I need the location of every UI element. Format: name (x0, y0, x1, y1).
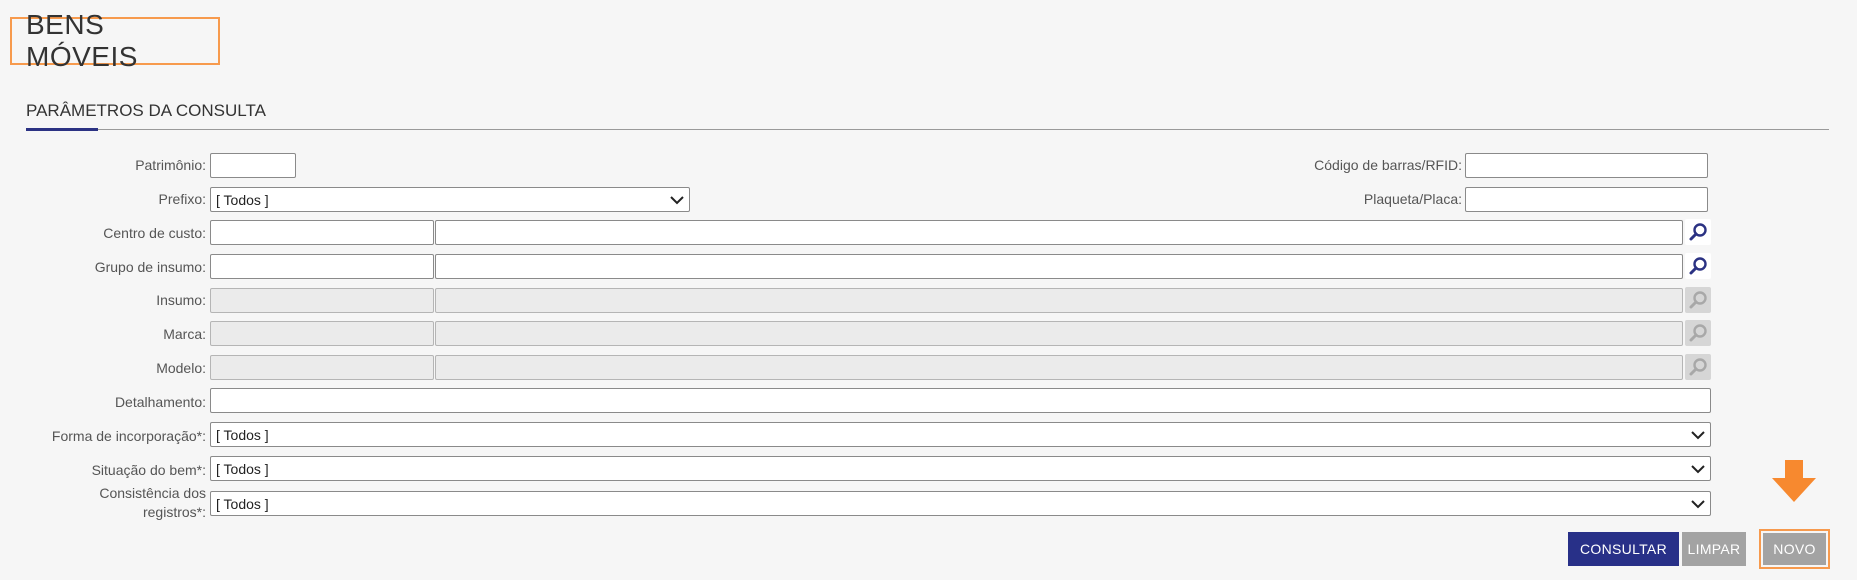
codigo-barras-label: Código de barras/RFID: (1314, 157, 1462, 173)
page-title-highlight: BENS MÓVEIS (10, 9, 220, 72)
arrow-down-icon (1772, 460, 1816, 502)
centro-custo-label: Centro de custo: (103, 225, 206, 241)
search-icon (1689, 324, 1707, 342)
patrimonio-input[interactable] (210, 153, 296, 178)
section-divider (26, 129, 1829, 130)
prefixo-select[interactable]: [ Todos ] (210, 187, 690, 212)
page-title: BENS MÓVEIS (26, 9, 138, 72)
modelo-label: Modelo: (156, 360, 206, 376)
prefixo-selected: [ Todos ] (216, 191, 269, 208)
forma-incorporacao-label: Forma de incorporação*: (51, 428, 206, 444)
detalhamento-label: Detalhamento: (114, 394, 206, 410)
forma-incorporacao-selected: [ Todos ] (216, 426, 269, 443)
consistencia-selected: [ Todos ] (216, 495, 269, 512)
grupo-insumo-description-input[interactable] (435, 254, 1683, 279)
insumo-label: Insumo: (156, 292, 206, 308)
situacao-bem-selected: [ Todos ] (216, 460, 269, 477)
prefixo-label: Prefixo: (158, 191, 206, 207)
modelo-description-input (435, 355, 1683, 380)
novo-button[interactable]: NOVO (1763, 533, 1826, 565)
plaqueta-label: Plaqueta/Placa: (1363, 191, 1462, 207)
chevron-down-icon (1691, 430, 1705, 439)
search-icon (1689, 257, 1707, 275)
marca-code-input (210, 321, 434, 346)
search-icon (1689, 291, 1707, 309)
centro-custo-lookup-button[interactable] (1685, 219, 1711, 245)
marca-lookup-button (1685, 320, 1711, 346)
situacao-bem-select[interactable]: [ Todos ] (210, 456, 1711, 481)
modelo-lookup-button (1685, 354, 1711, 380)
centro-custo-description-input[interactable] (435, 220, 1683, 245)
insumo-code-input (210, 288, 434, 313)
marca-label: Marca: (163, 326, 206, 342)
consistencia-label: Consistência dos registros*: (99, 485, 206, 520)
grupo-insumo-lookup-button[interactable] (1685, 253, 1711, 279)
modelo-code-input (210, 355, 434, 380)
forma-incorporacao-select[interactable]: [ Todos ] (210, 422, 1711, 447)
plaqueta-input[interactable] (1465, 187, 1708, 212)
codigo-barras-input[interactable] (1465, 153, 1708, 178)
novo-button-highlight: NOVO (1759, 529, 1830, 569)
consultar-button[interactable]: CONSULTAR (1568, 532, 1679, 566)
section-divider-accent (26, 128, 98, 131)
chevron-down-icon (1691, 464, 1705, 473)
centro-custo-code-input[interactable] (210, 220, 434, 245)
marca-description-input (435, 321, 1683, 346)
insumo-lookup-button (1685, 287, 1711, 313)
limpar-button[interactable]: LIMPAR (1682, 532, 1746, 566)
chevron-down-icon (1691, 499, 1705, 508)
situacao-bem-label: Situação do bem*: (91, 462, 206, 478)
insumo-description-input (435, 288, 1683, 313)
search-icon (1689, 358, 1707, 376)
grupo-insumo-code-input[interactable] (210, 254, 434, 279)
detalhamento-input[interactable] (210, 388, 1711, 413)
consistencia-select[interactable]: [ Todos ] (210, 491, 1711, 516)
patrimonio-label: Patrimônio: (135, 157, 206, 173)
chevron-down-icon (670, 195, 684, 204)
section-title: PARÂMETROS DA CONSULTA (26, 101, 266, 120)
search-icon (1689, 223, 1707, 241)
grupo-insumo-label: Grupo de insumo: (94, 259, 206, 275)
